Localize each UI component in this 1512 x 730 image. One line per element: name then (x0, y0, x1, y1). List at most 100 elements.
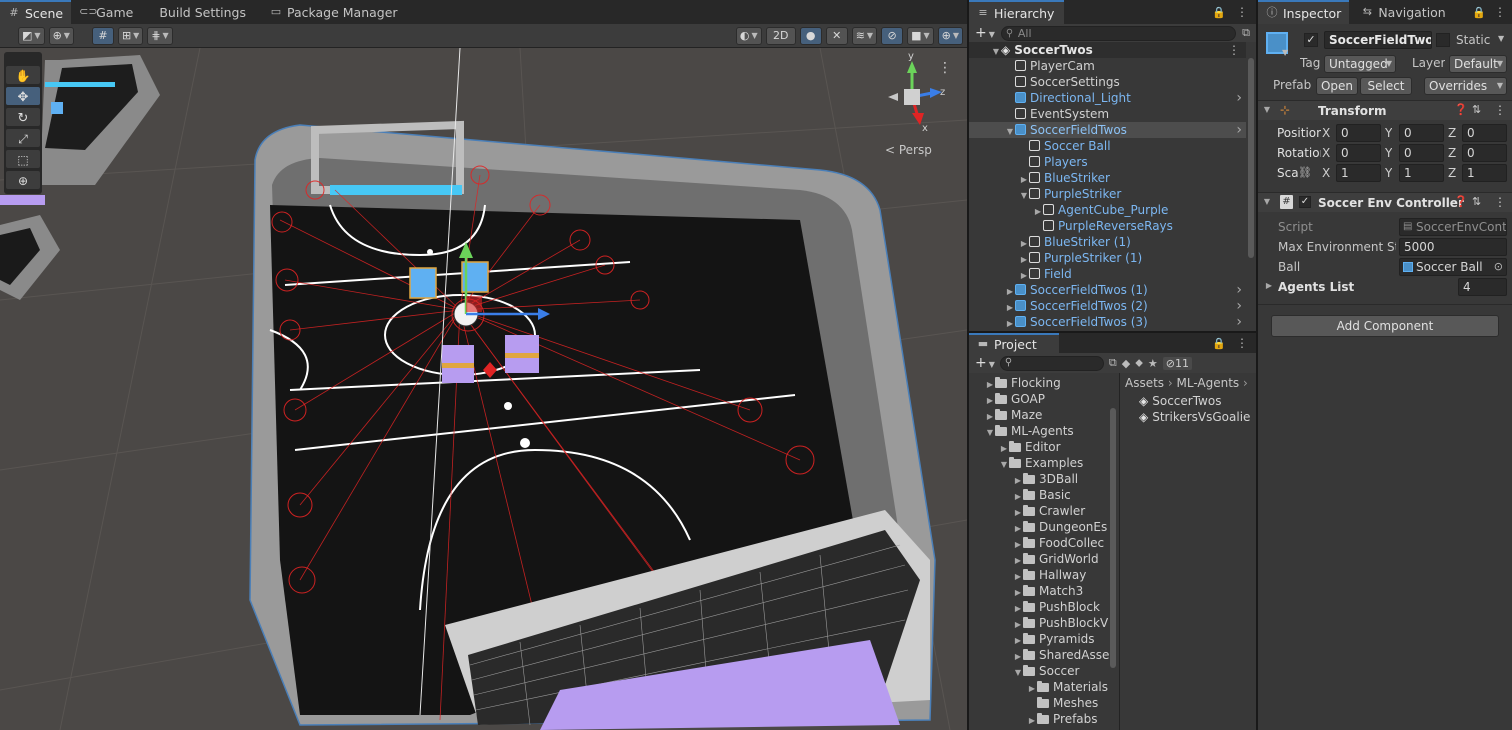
create-button[interactable]: + ▼ (975, 25, 995, 41)
axis-label[interactable]: X (1322, 126, 1330, 140)
axis-label[interactable]: X (1322, 146, 1330, 160)
axis-label[interactable]: Y (1385, 126, 1392, 140)
hierarchy-item[interactable]: Players (969, 154, 1246, 170)
hidden-objects-toggle[interactable]: ⊘ (881, 26, 904, 45)
max-env-steps-field[interactable]: 5000 (1399, 238, 1507, 256)
lock-icon[interactable]: 🔒 (1212, 6, 1226, 19)
hierarchy-item[interactable]: ▼ SoccerFieldTwos › (969, 122, 1246, 138)
scale-link-icon[interactable]: ⛓ (1298, 166, 1312, 179)
project-folder-item[interactable]: ▶ Hallway (969, 567, 1109, 583)
camera-dropdown[interactable]: ■ ▼ (907, 26, 934, 45)
hierarchy-item[interactable]: ▶ SoccerFieldTwos (1) › (969, 282, 1246, 298)
expand-right-icon[interactable]: ▶ (1027, 713, 1037, 729)
transform-tool-icon[interactable]: ⊕ (18, 174, 28, 188)
component-menu-icon[interactable]: ⋮ (1494, 195, 1506, 209)
prefab-select-button[interactable]: Select (1360, 77, 1412, 95)
filter-label-icon[interactable]: ⬥ (1135, 356, 1143, 370)
object-name-field[interactable]: SoccerFieldTwos (1324, 31, 1432, 49)
hierarchy-item[interactable]: Soccer Ball (969, 138, 1246, 154)
open-prefab-arrow-icon[interactable]: › (1236, 298, 1242, 314)
2d-mode-button[interactable]: 2D (765, 26, 796, 45)
project-divider[interactable] (1119, 373, 1120, 730)
hand-tool-icon[interactable]: ✋ (16, 69, 31, 83)
project-folder-item[interactable]: ▶ Match3 (969, 583, 1109, 599)
agents-list-label[interactable]: Agents List (1278, 280, 1354, 294)
project-folder-item[interactable]: ▶ Materials (969, 679, 1109, 695)
prefab-open-button[interactable]: Open (1316, 77, 1358, 95)
transform-header[interactable]: ▼ ⊹ Transform ❓ ⇅ ⋮ (1258, 100, 1512, 120)
hidden-packages-button[interactable]: ⊘11 (1162, 356, 1193, 370)
project-folder-item[interactable]: ▶ Basic (969, 487, 1109, 503)
transform-rotation-x-field[interactable]: 0 (1336, 144, 1381, 162)
static-checkbox[interactable] (1436, 33, 1450, 47)
create-asset-button[interactable]: + ▼ (975, 355, 995, 371)
preset-icon[interactable]: ⇅ (1472, 195, 1481, 208)
tag-dropdown[interactable]: Untagged ▼ (1324, 55, 1396, 73)
help-icon[interactable]: ❓ (1454, 195, 1468, 208)
tab-build-settings[interactable]: Build Settings (151, 0, 254, 24)
move-tool-icon[interactable]: ✥ (18, 90, 29, 105)
agents-list-size-field[interactable]: 4 (1458, 278, 1507, 296)
project-folder-item[interactable]: ▶ Editor (969, 439, 1109, 455)
project-search-input[interactable]: ⚲ (999, 355, 1104, 371)
project-folder-item[interactable]: ▶ PushBlock (969, 599, 1109, 615)
component-menu-icon[interactable]: ⋮ (1494, 103, 1506, 117)
grid-visibility-button[interactable]: ⊞ ▼ (117, 26, 144, 45)
transform-scale-y-field[interactable]: 1 (1399, 164, 1444, 182)
soccer-env-header[interactable]: ▼ # ✓ Soccer Env Controller ❓ ⇅ ⋮ (1258, 192, 1512, 212)
transform-rotation-y-field[interactable]: 0 (1399, 144, 1444, 162)
increment-snap-button[interactable]: ⋕ ▼ (147, 26, 173, 45)
icon-dropdown-caret[interactable]: ▼ (1282, 48, 1288, 57)
static-dropdown-caret[interactable]: ▼ (1498, 34, 1504, 43)
hierarchy-item[interactable]: Directional_Light › (969, 90, 1246, 106)
ball-object-field[interactable]: Soccer Ball ⊙ (1399, 258, 1507, 276)
asset-item[interactable]: ◈ StrikersVsGoalie (1139, 409, 1256, 425)
axis-label[interactable]: Y (1385, 146, 1392, 160)
hierarchy-item[interactable]: ▶ Field (969, 266, 1246, 282)
transform-position-x-field[interactable]: 0 (1336, 124, 1381, 142)
project-folder-item[interactable]: ▼ Examples (969, 455, 1109, 471)
hierarchy-item[interactable]: ▼ ◈ SoccerTwos ⋮ (969, 42, 1246, 58)
panel-menu-icon[interactable]: ⋮ (1494, 5, 1506, 19)
scene-viewport[interactable]: ✋ ✥ ↻ ⤢ ⬚ ⊕ (0, 48, 967, 730)
open-prefab-arrow-icon[interactable]: › (1236, 314, 1242, 330)
rect-tool-icon[interactable]: ⬚ (17, 153, 28, 167)
tab-game[interactable]: ⊂⊃ Game (71, 0, 141, 24)
hierarchy-scrollbar[interactable] (1248, 58, 1254, 258)
project-folder-item[interactable]: ▶ SharedAsse (969, 647, 1109, 663)
project-folder-item[interactable]: ▶ PushBlockV (969, 615, 1109, 631)
transform-scale-x-field[interactable]: 1 (1336, 164, 1381, 182)
draw-mode-dropdown[interactable]: ◩ ▼ (18, 26, 45, 45)
hierarchy-item[interactable]: ▶ SoccerFieldTwos (2) › (969, 298, 1246, 314)
hierarchy-item[interactable]: PurpleReverseRays (969, 218, 1246, 234)
hierarchy-item[interactable]: PlayerCam (969, 58, 1246, 74)
axis-label[interactable]: Z (1448, 126, 1456, 140)
tab-hierarchy[interactable]: ≡ Hierarchy (969, 0, 1064, 24)
agents-list-expand-icon[interactable]: ▶ (1264, 281, 1274, 290)
hierarchy-item[interactable]: ▶ SoccerFieldTwos (3) › (969, 314, 1246, 330)
grid-snap-button[interactable]: # (91, 26, 114, 45)
project-folder-item[interactable]: ▼ ML-Agents (969, 423, 1109, 439)
help-icon[interactable]: ❓ (1454, 103, 1468, 116)
search-by-type-icon[interactable]: ⧉ (1109, 356, 1117, 370)
project-folder-item[interactable]: ▶ GridWorld (969, 551, 1109, 567)
axis-label[interactable]: Z (1448, 146, 1456, 160)
transform-position-z-field[interactable]: 0 (1462, 124, 1507, 142)
audio-toggle[interactable]: ✕ (825, 26, 848, 45)
project-folder-item[interactable]: ▶ FoodCollec (969, 535, 1109, 551)
effects-dropdown[interactable]: ≋ ▼ (851, 26, 878, 45)
project-folder-item[interactable]: ▶ Pyramids (969, 631, 1109, 647)
transform-position-y-field[interactable]: 0 (1399, 124, 1444, 142)
gizmos-dropdown[interactable]: ⊕ ▼ (937, 26, 963, 45)
project-folder-item[interactable]: Meshes (969, 695, 1109, 711)
transform-rotation-z-field[interactable]: 0 (1462, 144, 1507, 162)
preset-icon[interactable]: ⇅ (1472, 103, 1481, 116)
filter-type-icon[interactable]: ◆ (1122, 357, 1130, 370)
lighting-toggle[interactable]: ● (799, 26, 822, 45)
hierarchy-item[interactable]: ▶ BlueStriker (969, 170, 1246, 186)
favorite-icon[interactable]: ★ (1148, 357, 1158, 370)
axis-label[interactable]: Z (1448, 166, 1456, 180)
project-folder-item[interactable]: ▶ GOAP (969, 391, 1109, 407)
breadcrumb-ml-agents[interactable]: ML-Agents (1177, 376, 1240, 390)
project-folder-item[interactable]: ▶ Maze (969, 407, 1109, 423)
